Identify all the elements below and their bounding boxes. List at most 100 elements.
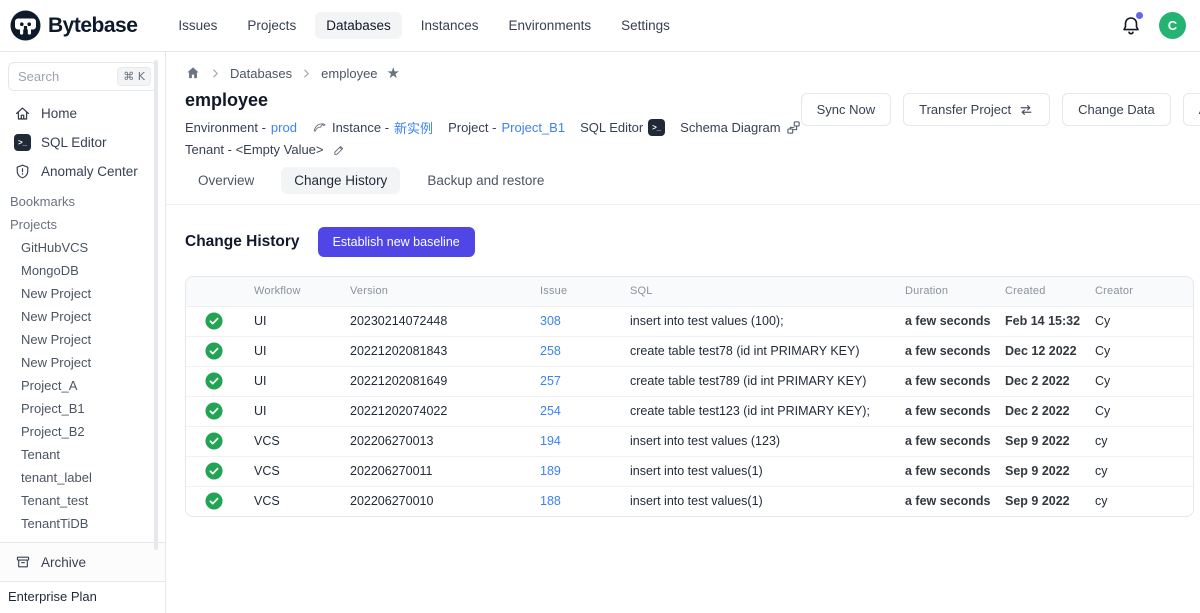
sidebar-project-project-b1[interactable]: Project_B1 bbox=[0, 397, 165, 420]
meta-environment: Environment - prod bbox=[185, 120, 297, 135]
cell-workflow: VCS bbox=[242, 486, 338, 516]
nav-item-environments[interactable]: Environments bbox=[498, 12, 603, 39]
button-label: Sync Now bbox=[817, 102, 876, 117]
cell-status bbox=[186, 366, 242, 396]
sidebar-project-tenant-label[interactable]: tenant_label bbox=[0, 466, 165, 489]
nav-item-databases[interactable]: Databases bbox=[315, 12, 402, 39]
column-header-issue: Issue bbox=[528, 277, 618, 306]
breadcrumb-home-icon[interactable] bbox=[185, 65, 201, 81]
establish-baseline-button[interactable]: Establish new baseline bbox=[318, 227, 475, 257]
sidebar-scrollbar[interactable] bbox=[154, 60, 158, 550]
nav-item-projects[interactable]: Projects bbox=[236, 12, 307, 39]
tab-change-history[interactable]: Change History bbox=[281, 167, 400, 194]
nav-item-settings[interactable]: Settings bbox=[610, 12, 681, 39]
cell-workflow: UI bbox=[242, 336, 338, 366]
tab-overview[interactable]: Overview bbox=[185, 167, 267, 194]
cell-duration: a few seconds bbox=[893, 366, 993, 396]
cell-version: 20221202081649 bbox=[338, 366, 528, 396]
table-row[interactable]: UI20230214072448308insert into test valu… bbox=[186, 306, 1193, 336]
shield-icon bbox=[14, 163, 31, 180]
cell-status bbox=[186, 306, 242, 336]
issue-link[interactable]: 188 bbox=[540, 494, 561, 508]
sidebar-item-anomaly-center[interactable]: Anomaly Center bbox=[0, 157, 165, 186]
issue-link[interactable]: 257 bbox=[540, 374, 561, 388]
table-row[interactable]: VCS202206270010188insert into test value… bbox=[186, 486, 1193, 516]
column-header-duration: Duration bbox=[893, 277, 993, 306]
sidebar-item-archive[interactable]: Archive bbox=[0, 549, 165, 575]
cell-creator: Cy bbox=[1083, 336, 1193, 366]
environment-link[interactable]: prod bbox=[271, 120, 297, 135]
issue-link[interactable]: 194 bbox=[540, 434, 561, 448]
success-check-icon bbox=[205, 462, 223, 480]
notifications-button[interactable] bbox=[1119, 14, 1143, 38]
schema-diagram-link[interactable]: Schema Diagram bbox=[680, 120, 800, 135]
table-row[interactable]: UI20221202074022254create table test123 … bbox=[186, 396, 1193, 426]
table-row[interactable]: UI20221202081649257create table test789 … bbox=[186, 366, 1193, 396]
cell-duration: a few seconds bbox=[893, 336, 993, 366]
nav-item-instances[interactable]: Instances bbox=[410, 12, 490, 39]
search-box[interactable]: ⌘ K bbox=[8, 62, 157, 91]
top-navbar: Bytebase Issues Projects Databases Instance… bbox=[0, 0, 1200, 52]
cell-duration: a few seconds bbox=[893, 426, 993, 456]
issue-link[interactable]: 308 bbox=[540, 314, 561, 328]
sidebar-project-tenant-test[interactable]: Tenant_test bbox=[0, 489, 165, 512]
sidebar-project-new-project[interactable]: New Project bbox=[0, 351, 165, 374]
success-check-icon bbox=[205, 492, 223, 510]
bookmark-star-icon[interactable]: ★ bbox=[387, 66, 400, 81]
sidebar-item-sql-editor[interactable]: >_ SQL Editor bbox=[0, 128, 165, 157]
user-avatar[interactable]: C bbox=[1159, 12, 1186, 39]
cell-creator: Cy bbox=[1083, 396, 1193, 426]
issue-link[interactable]: 189 bbox=[540, 464, 561, 478]
breadcrumb-employee[interactable]: employee bbox=[321, 66, 377, 81]
sidebar-project-project-b2[interactable]: Project_B2 bbox=[0, 420, 165, 443]
change-data-button[interactable]: Change Data bbox=[1062, 93, 1171, 126]
table-row[interactable]: VCS202206270013194insert into test value… bbox=[186, 426, 1193, 456]
cell-version: 20221202074022 bbox=[338, 396, 528, 426]
sidebar-project-tenant[interactable]: Tenant bbox=[0, 443, 165, 466]
cell-creator: cy bbox=[1083, 426, 1193, 456]
cell-workflow: VCS bbox=[242, 456, 338, 486]
table-row[interactable]: UI20221202081843258create table test78 (… bbox=[186, 336, 1193, 366]
instance-link[interactable]: 新实例 bbox=[394, 118, 433, 137]
nav-item-issues[interactable]: Issues bbox=[167, 12, 228, 39]
schema-diagram-icon bbox=[786, 120, 801, 135]
cell-issue: 188 bbox=[528, 486, 618, 516]
cell-status bbox=[186, 426, 242, 456]
success-check-icon bbox=[205, 372, 223, 390]
sidebar-project-testtp[interactable]: testTP bbox=[0, 535, 165, 542]
page-title: employee bbox=[185, 90, 801, 111]
sidebar-project-project-a[interactable]: Project_A bbox=[0, 374, 165, 397]
breadcrumb: Databases employee ★ bbox=[185, 65, 1192, 81]
issue-link[interactable]: 254 bbox=[540, 404, 561, 418]
button-label: Change Data bbox=[1078, 102, 1155, 117]
table-row[interactable]: VCS202206270011189insert into test value… bbox=[186, 456, 1193, 486]
cell-created: Sep 9 2022 bbox=[993, 426, 1083, 456]
edit-pencil-icon[interactable] bbox=[332, 143, 346, 157]
main-content: Databases employee ★ employee Environmen… bbox=[166, 52, 1200, 613]
transfer-project-button[interactable]: Transfer Project bbox=[903, 93, 1050, 126]
sidebar-item-home[interactable]: Home bbox=[0, 99, 165, 128]
cell-sql: create table test123 (id int PRIMARY KEY… bbox=[618, 396, 893, 426]
sidebar-project-new-project[interactable]: New Project bbox=[0, 305, 165, 328]
chevron-right-icon bbox=[210, 68, 221, 79]
search-shortcut-kbd: ⌘ K bbox=[117, 67, 151, 86]
meta-project: Project - Project_B1 bbox=[448, 120, 565, 135]
alter-schema-button[interactable]: Alter Schema bbox=[1183, 93, 1200, 126]
cell-issue: 194 bbox=[528, 426, 618, 456]
search-input[interactable] bbox=[18, 69, 88, 84]
project-link[interactable]: Project_B1 bbox=[501, 120, 565, 135]
mysql-dolphin-icon bbox=[312, 120, 327, 135]
sql-editor-link[interactable]: SQL Editor >_ bbox=[580, 119, 665, 136]
brand-logo[interactable]: Bytebase bbox=[10, 10, 137, 41]
issue-link[interactable]: 258 bbox=[540, 344, 561, 358]
sidebar-project-new-project[interactable]: New Project bbox=[0, 282, 165, 305]
cell-version: 202206270010 bbox=[338, 486, 528, 516]
meta-instance: Instance - 新实例 bbox=[312, 118, 433, 137]
sync-now-button[interactable]: Sync Now bbox=[801, 93, 892, 126]
tab-backup-and-restore[interactable]: Backup and restore bbox=[414, 167, 557, 194]
sidebar-project-githubvcs[interactable]: GitHubVCS bbox=[0, 236, 165, 259]
sidebar-project-tenanttidb[interactable]: TenantTiDB bbox=[0, 512, 165, 535]
breadcrumb-databases[interactable]: Databases bbox=[230, 66, 292, 81]
sidebar-project-mongodb[interactable]: MongoDB bbox=[0, 259, 165, 282]
sidebar-project-new-project[interactable]: New Project bbox=[0, 328, 165, 351]
